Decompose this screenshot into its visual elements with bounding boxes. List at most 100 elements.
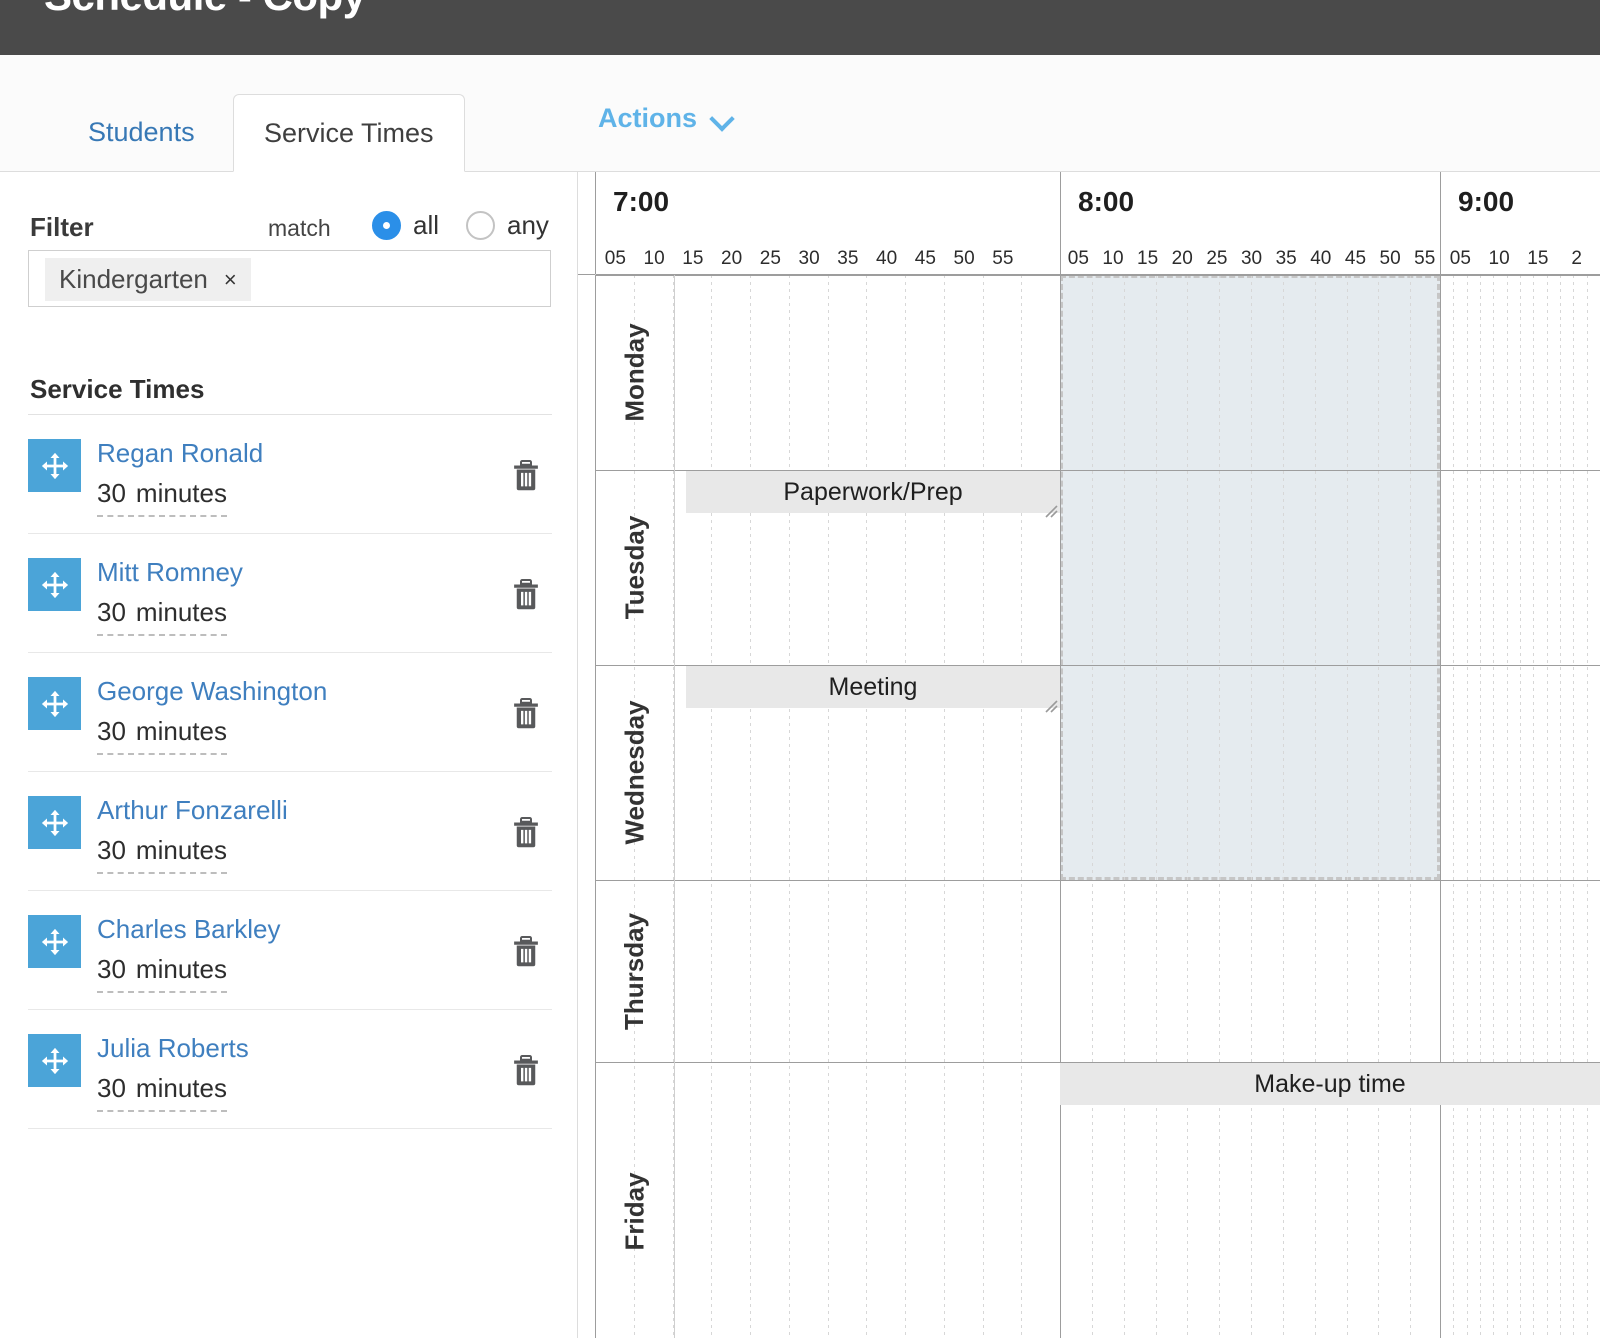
duration-value[interactable]: 30 (97, 716, 126, 747)
filter-row: Filter match all any (0, 204, 578, 254)
minute-separator (905, 275, 906, 1338)
tab-students[interactable]: Students (58, 93, 225, 171)
minute-tick: 05 (1067, 248, 1089, 269)
minute-separator (1573, 275, 1575, 1338)
drag-handle-icon[interactable] (28, 558, 81, 611)
service-time-duration[interactable]: 30 minutes (97, 597, 227, 636)
minute-tick: 2 (1571, 248, 1582, 269)
calendar-event-block[interactable]: Meeting (686, 666, 1060, 713)
minute-tick: 30 (1240, 248, 1263, 269)
hour-column-header: 9:00 05 10 15 2 (1440, 172, 1600, 274)
service-time-name[interactable]: Regan Ronald (97, 438, 263, 469)
duration-value[interactable]: 30 (97, 478, 126, 509)
minute-separator (1219, 275, 1221, 1338)
minute-separator (943, 275, 945, 1338)
event-title: Paperwork/Prep (783, 477, 963, 506)
calendar-event-block[interactable]: Make-up time (1060, 1063, 1600, 1105)
radio-any[interactable] (466, 211, 495, 240)
minute-tick: 25 (1206, 248, 1228, 269)
hour-label: 8:00 (1078, 186, 1135, 217)
day-label-divider (674, 665, 675, 880)
service-time-duration[interactable]: 30 minutes (97, 954, 227, 993)
duration-value[interactable]: 30 (97, 954, 126, 985)
filter-tag-input[interactable]: Kindergarten × (28, 250, 551, 307)
minute-ruler: 05 10 15 20 25 30 35 40 45 50 55 (1061, 248, 1442, 270)
tab-students-label: Students (88, 116, 195, 147)
tab-service-times[interactable]: Service Times (233, 94, 465, 172)
minute-tick: 20 (721, 248, 743, 269)
filter-match-all[interactable]: all (372, 210, 439, 241)
drag-handle-icon[interactable] (28, 796, 81, 849)
window-titlebar: Schedule - Copy (0, 0, 1600, 55)
minute-separator (788, 275, 790, 1338)
minute-separator (1187, 275, 1189, 1338)
radio-any-label: any (507, 210, 549, 240)
service-time-name[interactable]: Arthur Fonzarelli (97, 795, 288, 826)
filter-tag-kindergarten[interactable]: Kindergarten × (45, 258, 251, 301)
availability-highlight-block[interactable] (1060, 275, 1440, 880)
schedule-app: Schedule - Copy Students Service Times A… (0, 0, 1600, 1338)
minute-tick: 10 (643, 248, 665, 269)
minute-ruler: 05 10 15 2 (1441, 248, 1600, 270)
calendar-event-block[interactable]: Paperwork/Prep (686, 471, 1060, 518)
hour-label: 7:00 (613, 186, 670, 217)
minute-separator (1314, 275, 1316, 1338)
service-time-row: Arthur Fonzarelli 30 minutes (28, 772, 552, 891)
service-time-duration[interactable]: 30 minutes (97, 835, 227, 874)
minute-tick: 15 (682, 248, 704, 269)
duration-value[interactable]: 30 (97, 1073, 126, 1104)
service-time-duration[interactable]: 30 minutes (97, 1073, 227, 1112)
remove-tag-icon[interactable]: × (224, 268, 237, 291)
day-label-tuesday: Tuesday (595, 470, 675, 665)
minute-separator (750, 275, 751, 1338)
day-label-wednesday: Wednesday (595, 665, 675, 880)
drag-handle-icon[interactable] (28, 439, 81, 492)
drag-handle-icon[interactable] (28, 915, 81, 968)
radio-all-label: all (413, 210, 440, 240)
calendar-grid: Monday Tuesday Wednesday Thursday Friday Pape… (578, 275, 1600, 1338)
delete-service-time-icon[interactable] (511, 816, 541, 855)
service-time-name[interactable]: George Washington (97, 676, 327, 707)
resize-handle-icon[interactable] (1042, 691, 1058, 713)
minute-separator (1251, 275, 1252, 1338)
delete-service-time-icon[interactable] (511, 459, 541, 498)
sidebar-panel: Filter match all any Kindergarten × Serv… (0, 172, 578, 1338)
day-row-separator (595, 880, 1600, 881)
minute-tick: 55 (1414, 248, 1436, 269)
service-time-row: Charles Barkley 30 minutes (28, 891, 552, 1010)
delete-service-time-icon[interactable] (511, 697, 541, 736)
minute-tick: 50 (953, 248, 975, 269)
schedule-calendar: 7:00 05 10 15 20 25 30 35 40 45 50 55 8:00 05 10 15 20 25… (578, 172, 1600, 1338)
day-label-divider (674, 1062, 675, 1338)
filter-match-any[interactable]: any (466, 210, 549, 241)
service-time-name[interactable]: Mitt Romney (97, 557, 243, 588)
match-label: match (268, 215, 331, 241)
service-time-duration[interactable]: 30 minutes (97, 478, 227, 517)
tab-bar: Students Service Times Actions (0, 55, 1600, 172)
minute-tick: 30 (798, 248, 820, 269)
delete-service-time-icon[interactable] (511, 1054, 541, 1093)
service-times-heading: Service Times (30, 374, 205, 404)
resize-handle-icon[interactable] (1042, 496, 1058, 518)
minute-separator (1560, 275, 1561, 1338)
event-title: Make-up time (1254, 1069, 1406, 1098)
minute-ruler: 05 10 15 20 25 30 35 40 45 50 55 (596, 248, 1060, 270)
day-label-text: Tuesday (619, 515, 650, 620)
radio-all[interactable] (372, 211, 401, 240)
duration-unit: minutes (135, 716, 227, 746)
minute-separator (1586, 275, 1588, 1338)
duration-value[interactable]: 30 (97, 597, 126, 628)
day-label-text: Wednesday (619, 700, 650, 845)
drag-handle-icon[interactable] (28, 677, 81, 730)
day-label-text: Monday (619, 323, 650, 422)
delete-service-time-icon[interactable] (511, 578, 541, 617)
service-time-name[interactable]: Charles Barkley (97, 914, 281, 945)
duration-value[interactable]: 30 (97, 835, 126, 866)
service-time-name[interactable]: Julia Roberts (97, 1033, 249, 1064)
actions-dropdown[interactable]: Actions (598, 103, 733, 134)
delete-service-time-icon[interactable] (511, 935, 541, 974)
minute-separator (711, 275, 713, 1338)
duration-unit: minutes (135, 954, 227, 984)
service-time-duration[interactable]: 30 minutes (97, 716, 227, 755)
drag-handle-icon[interactable] (28, 1034, 81, 1087)
